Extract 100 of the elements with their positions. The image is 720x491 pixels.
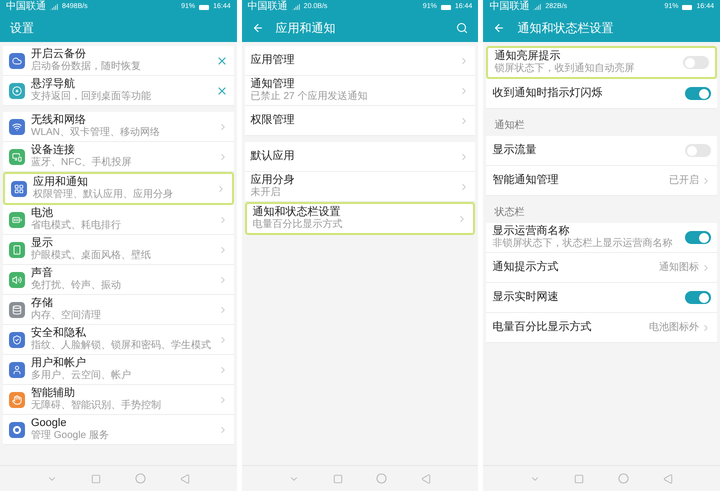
row-subtitle: 非锁屏状态下，状态栏上显示运营商名称	[492, 238, 674, 250]
settings-row[interactable]: 悬浮导航 支持返回，回到桌面等功能	[3, 76, 234, 106]
row-title: 显示运营商名称	[492, 225, 570, 238]
search-icon[interactable]	[456, 22, 468, 34]
home-icon[interactable]	[134, 473, 146, 484]
row-title: 通知提示方式	[492, 261, 560, 274]
row-subtitle: 锁屏状态下，收到通知自动亮屏	[494, 63, 636, 75]
battery-icon	[199, 4, 210, 10]
row-title: 电池	[31, 207, 54, 220]
signal-icon	[50, 3, 58, 11]
header-title: 应用和通知	[276, 20, 337, 37]
row-title: 权限管理	[250, 114, 296, 127]
row-title: 默认应用	[250, 150, 296, 163]
recents-icon[interactable]	[332, 474, 343, 484]
settings-row[interactable]: 通知提示方式 通知图标	[486, 253, 718, 283]
row-title: 显示流量	[492, 144, 538, 157]
row-title: 通知和状态栏设置	[252, 206, 342, 218]
row-title: Google	[31, 417, 68, 430]
row-subtitle: 护眼模式、桌面风格、壁纸	[31, 250, 152, 262]
section-label: 状态栏	[493, 206, 526, 220]
toggle-switch[interactable]	[685, 291, 712, 304]
row-subtitle: 权限管理、默认应用、应用分身	[33, 189, 174, 201]
row-subtitle: 启动备份数据，随时恢复	[31, 61, 142, 73]
settings-row[interactable]: 权限管理	[244, 106, 476, 136]
header-title: 通知和状态栏设置	[517, 20, 614, 37]
row-subtitle: WLAN、双卡管理、移动网络	[31, 127, 161, 139]
settings-row[interactable]: 存储 内存、空间清理	[3, 295, 234, 325]
row-subtitle: 无障碍、智能识别、手势控制	[31, 400, 162, 412]
settings-row[interactable]: 用户和帐户 多用户、云空间、帐户	[3, 355, 234, 385]
carrier-name: 中国联通	[489, 2, 530, 12]
close-icon[interactable]	[216, 54, 228, 66]
signal-icon	[533, 3, 542, 11]
row-subtitle: 指纹、人脸解锁、锁屏和密码、学生模式	[31, 340, 212, 352]
row-subtitle: 未开启	[250, 187, 282, 199]
toggle-switch[interactable]	[685, 87, 712, 100]
settings-row[interactable]: 设备连接 蓝牙、NFC、手机投屏	[3, 142, 234, 172]
settings-row[interactable]: 应用管理	[244, 46, 476, 76]
back-icon[interactable]	[493, 22, 506, 34]
toggle-switch[interactable]	[683, 56, 710, 69]
row-subtitle: 电量百分比显示方式	[252, 219, 344, 231]
carrier-name: 中国联通	[248, 2, 288, 12]
back-icon[interactable]	[252, 22, 264, 34]
toggle-switch[interactable]	[685, 231, 712, 244]
row-subtitle: 支持返回，回到桌面等功能	[31, 91, 152, 103]
battery-icon	[440, 4, 451, 10]
row-subtitle: 管理 Google 服务	[31, 430, 110, 442]
row-title: 悬浮导航	[31, 78, 76, 90]
home-icon[interactable]	[376, 473, 388, 484]
back-nav-icon[interactable]	[180, 474, 190, 484]
row-title: 存储	[31, 297, 54, 310]
settings-row[interactable]: Google 管理 Google 服务	[3, 415, 234, 445]
row-title: 设备连接	[31, 144, 76, 156]
settings-row[interactable]: 通知管理 已禁止 27 个应用发送通知	[244, 76, 476, 106]
settings-row[interactable]: 显示实时网速	[486, 283, 718, 313]
back-nav-icon[interactable]	[663, 474, 674, 484]
home-icon[interactable]	[618, 473, 630, 484]
settings-row[interactable]: 默认应用	[244, 142, 476, 172]
row-title: 应用和通知	[33, 176, 89, 188]
settings-row[interactable]: 应用分身 未开启	[244, 172, 476, 202]
header-title: 设置	[10, 20, 35, 37]
settings-row[interactable]: 无线和网络 WLAN、双卡管理、移动网络	[3, 112, 234, 142]
settings-row[interactable]: 智能通知管理 已开启	[486, 166, 718, 196]
carrier-name: 中国联通	[6, 2, 46, 12]
settings-row[interactable]: 电量百分比显示方式 电池图标外	[486, 313, 718, 343]
settings-row[interactable]: 收到通知时指示灯闪烁	[486, 79, 718, 109]
row-title: 显示	[31, 237, 54, 250]
settings-row[interactable]: 显示流量	[486, 136, 718, 166]
row-title: 智能辅助	[31, 387, 76, 400]
settings-row[interactable]: 开启云备份 启动备份数据，随时恢复	[3, 46, 234, 76]
setting-value: 已开启	[669, 174, 700, 188]
row-title: 显示实时网速	[492, 291, 560, 304]
row-subtitle: 已禁止 27 个应用发送通知	[250, 91, 368, 103]
back-nav-icon[interactable]	[421, 474, 432, 484]
row-title: 电量百分比显示方式	[492, 321, 592, 334]
settings-row[interactable]: 声音 免打扰、铃声、振动	[3, 265, 234, 295]
settings-row[interactable]: 电池 省电模式、耗电排行	[3, 205, 234, 235]
settings-row[interactable]: 智能辅助 无障碍、智能识别、手势控制	[3, 385, 234, 415]
row-title: 通知管理	[250, 78, 296, 90]
settings-row[interactable]: 安全和隐私 指纹、人脸解锁、锁屏和密码、学生模式	[3, 325, 234, 355]
settings-row[interactable]: 应用和通知 权限管理、默认应用、应用分身	[3, 172, 234, 205]
settings-row[interactable]: 通知和状态栏设置 电量百分比显示方式	[244, 202, 476, 235]
row-title: 通知亮屏提示	[494, 50, 562, 62]
row-title: 安全和隐私	[31, 327, 87, 340]
settings-row[interactable]: 显示运营商名称 非锁屏状态下，状态栏上显示运营商名称	[486, 223, 718, 253]
row-subtitle: 内存、空间清理	[31, 310, 102, 322]
toggle-switch[interactable]	[685, 144, 712, 157]
row-title: 应用分身	[250, 174, 296, 186]
row-subtitle: 蓝牙、NFC、手机投屏	[31, 157, 133, 169]
settings-row[interactable]: 通知亮屏提示 锁屏状态下，收到通知自动亮屏	[486, 46, 718, 79]
row-title: 用户和帐户	[31, 357, 87, 370]
row-title: 应用管理	[250, 54, 296, 67]
close-icon[interactable]	[216, 84, 228, 96]
settings-row[interactable]: 显示 护眼模式、桌面风格、壁纸	[3, 235, 234, 265]
row-title: 无线和网络	[31, 114, 87, 126]
row-subtitle: 免打扰、铃声、振动	[31, 280, 122, 292]
recents-icon[interactable]	[90, 474, 101, 484]
recents-icon[interactable]	[574, 474, 584, 484]
section-label: 通知栏	[493, 118, 526, 133]
row-title: 收到通知时指示灯闪烁	[492, 87, 604, 100]
row-title: 开启云备份	[31, 48, 87, 60]
